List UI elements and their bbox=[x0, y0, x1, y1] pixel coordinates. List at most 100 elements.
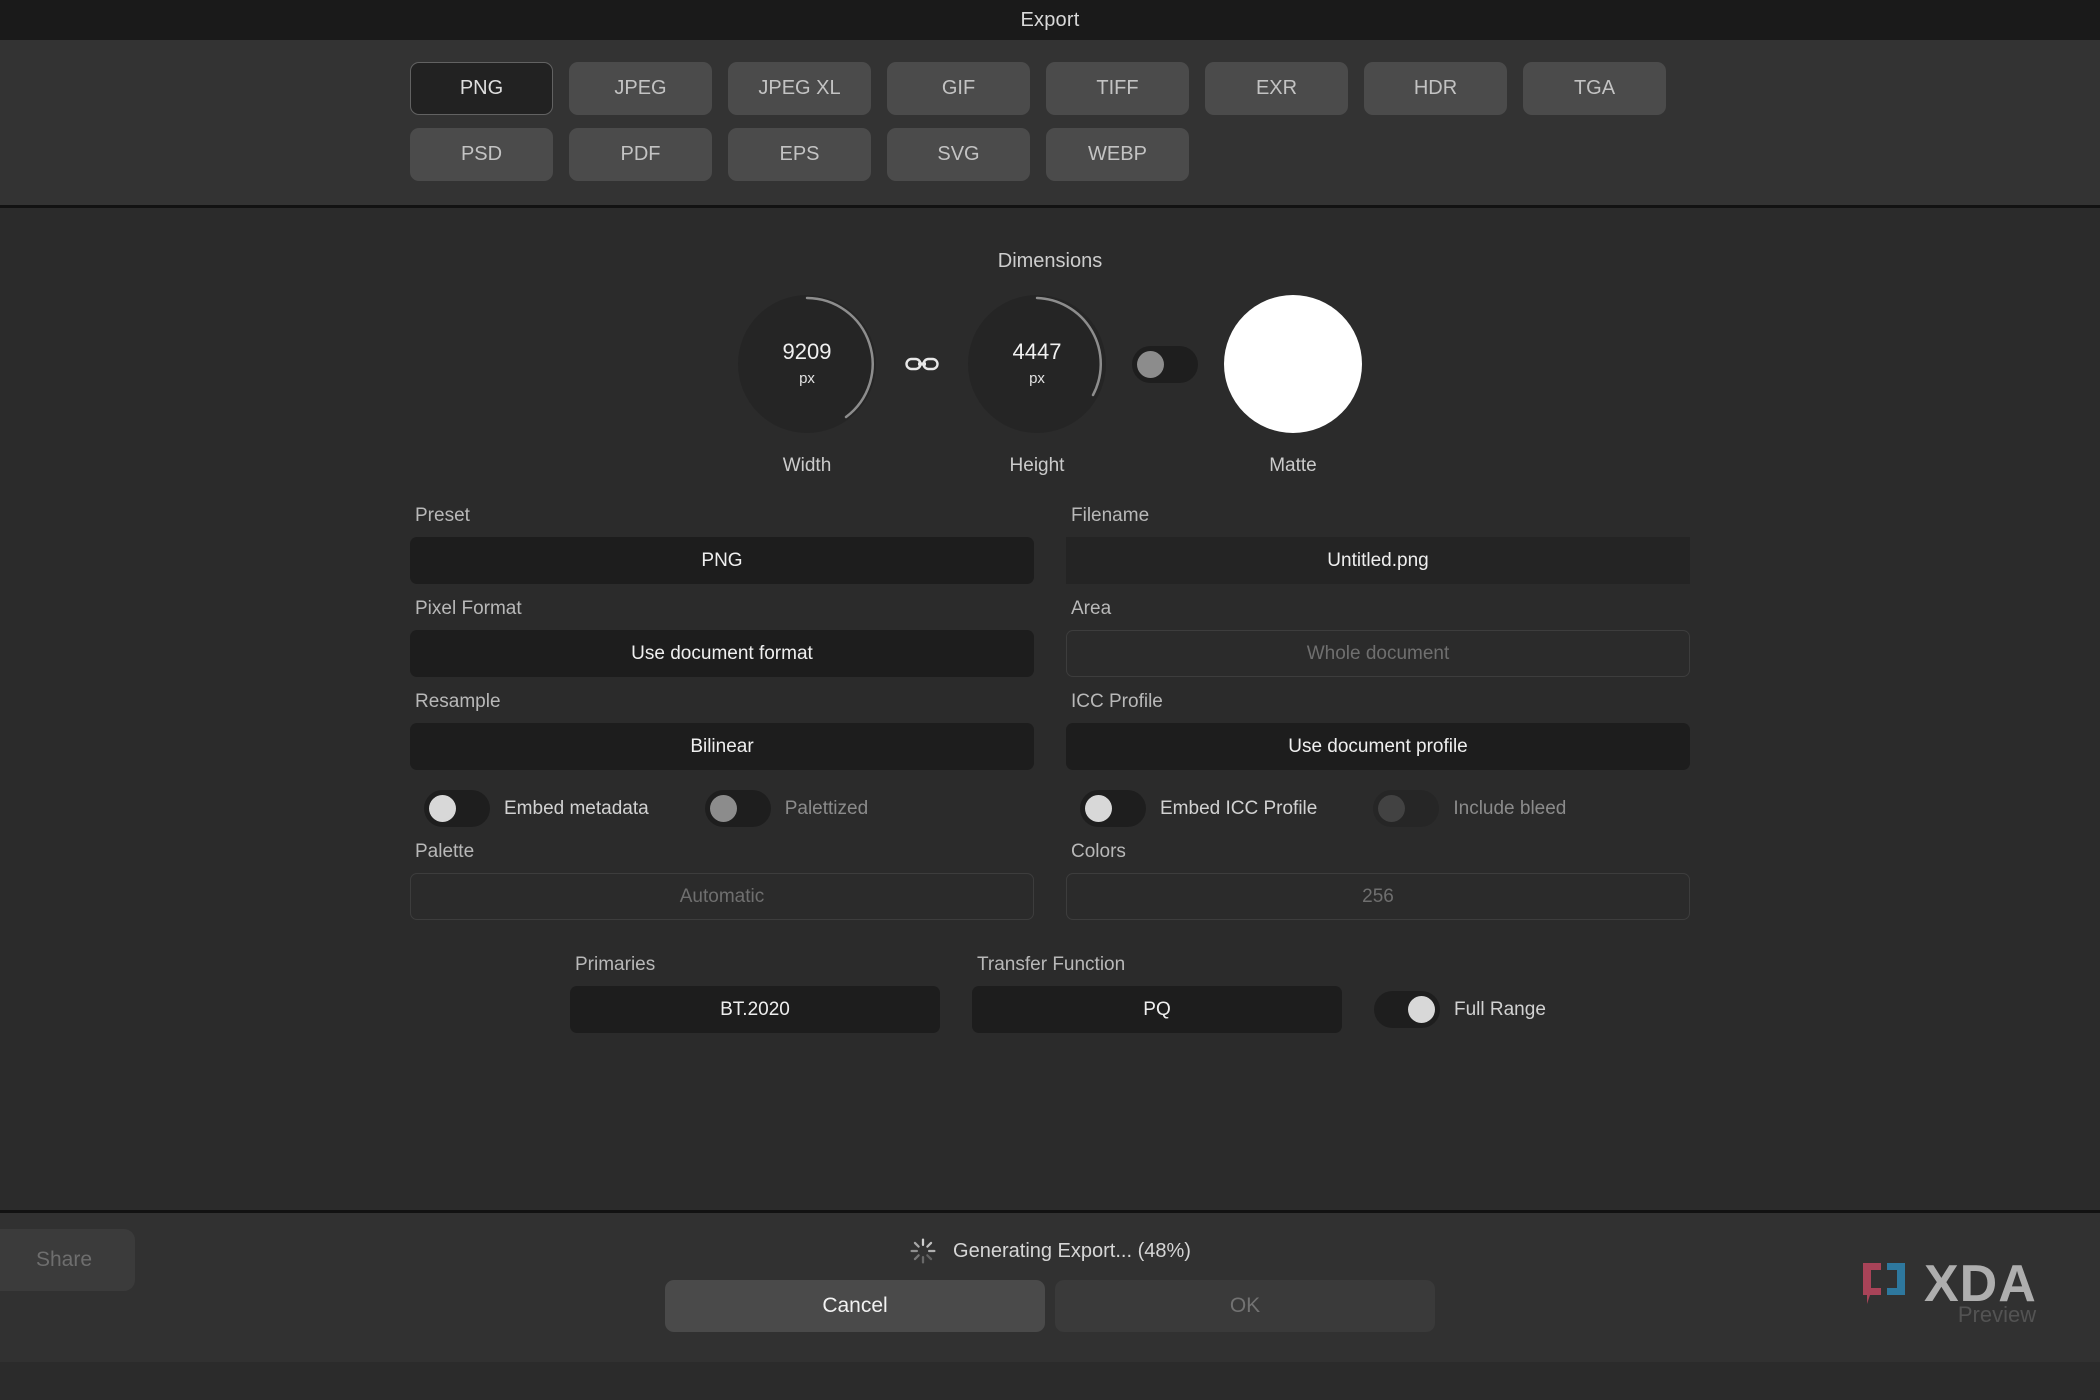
format-button-hdr[interactable]: HDR bbox=[1364, 62, 1507, 115]
field-colors: Colors 256 bbox=[1066, 827, 1690, 920]
full-range-toggle[interactable] bbox=[1374, 991, 1440, 1028]
toggle-knob bbox=[1085, 795, 1112, 822]
embed-icc-profile-toggle[interactable] bbox=[1080, 790, 1146, 827]
primaries-label: Primaries bbox=[575, 954, 656, 975]
matte-label: Matte bbox=[1269, 455, 1317, 476]
format-button-psd[interactable]: PSD bbox=[410, 128, 553, 181]
area-label: Area bbox=[1071, 598, 1112, 619]
dialog-button-row: Cancel OK bbox=[0, 1280, 2100, 1332]
format-button-exr[interactable]: EXR bbox=[1205, 62, 1348, 115]
include-bleed-item: Include bleed bbox=[1373, 790, 1566, 827]
field-filename: Filename Untitled.png bbox=[1066, 491, 1690, 584]
pixel-format-label: Pixel Format bbox=[415, 598, 522, 619]
embed-metadata-toggle[interactable] bbox=[424, 790, 490, 827]
export-form-grid: Preset PNG Filename Untitled.png Pixel F… bbox=[0, 491, 2100, 920]
transfer-function-dropdown[interactable]: PQ bbox=[972, 986, 1342, 1033]
palettized-toggle[interactable] bbox=[704, 790, 771, 827]
field-preset: Preset PNG bbox=[410, 491, 1034, 584]
field-palette: Palette Automatic bbox=[410, 827, 1034, 920]
dimensions-row: 9209 px Width 4447 px Height Matte bbox=[0, 295, 2100, 477]
matte-group: Matte bbox=[1224, 295, 1362, 477]
format-button-jpeg[interactable]: JPEG bbox=[569, 62, 712, 115]
link-chain-glyph bbox=[905, 357, 939, 371]
preset-label: Preset bbox=[415, 505, 470, 526]
primaries-dropdown[interactable]: BT.2020 bbox=[570, 986, 940, 1033]
format-button-eps[interactable]: EPS bbox=[728, 128, 871, 181]
colors-input: 256 bbox=[1066, 873, 1690, 920]
toggle-knob bbox=[1408, 996, 1435, 1023]
left-toggle-row: Embed metadata Palettized bbox=[410, 790, 1034, 827]
xda-preview-watermark: XDA Preview bbox=[1860, 1258, 2082, 1354]
cancel-button[interactable]: Cancel bbox=[665, 1280, 1045, 1332]
lock-aspect-ratio-toggle[interactable] bbox=[1132, 345, 1198, 383]
format-button-jpeg-xl[interactable]: JPEG XL bbox=[728, 62, 871, 115]
pixel-format-dropdown[interactable]: Use document format bbox=[410, 630, 1034, 677]
format-button-tga[interactable]: TGA bbox=[1523, 62, 1666, 115]
width-value: 9209 bbox=[782, 339, 832, 364]
toggle-knob bbox=[1378, 795, 1406, 822]
format-button-webp[interactable]: WEBP bbox=[1046, 128, 1189, 181]
matte-color-swatch[interactable] bbox=[1224, 295, 1362, 433]
format-button-gif[interactable]: GIF bbox=[887, 62, 1030, 115]
full-range-label: Full Range bbox=[1454, 998, 1546, 1020]
window-title-bar: Export bbox=[0, 0, 2100, 40]
transfer-function-label: Transfer Function bbox=[977, 954, 1126, 975]
xda-brackets-icon bbox=[1863, 1263, 1905, 1304]
resample-label: Resample bbox=[415, 691, 501, 712]
height-knob[interactable]: 4447 px bbox=[968, 295, 1106, 433]
include-bleed-label: Include bleed bbox=[1453, 797, 1567, 819]
width-knob-group: 9209 px Width bbox=[738, 295, 876, 477]
field-area: Area Whole document bbox=[1066, 584, 1690, 677]
window-title: Export bbox=[1020, 8, 1080, 31]
format-button-svg[interactable]: SVG bbox=[887, 128, 1030, 181]
filename-input[interactable]: Untitled.png bbox=[1066, 537, 1690, 584]
include-bleed-toggle bbox=[1373, 790, 1440, 827]
dialog-footer: Generating Export... (48%) Cancel OK Sha… bbox=[0, 1213, 2100, 1362]
format-chooser: PNG JPEG JPEG XL GIF TIFF EXR HDR TGA PS… bbox=[0, 40, 2100, 208]
field-primaries: Primaries BT.2020 bbox=[570, 940, 940, 1033]
format-row-2: PSD PDF EPS SVG WEBP bbox=[0, 128, 2100, 181]
format-button-tiff[interactable]: TIFF bbox=[1046, 62, 1189, 115]
field-resample: Resample Bilinear bbox=[410, 677, 1034, 770]
embed-metadata-label: Embed metadata bbox=[504, 797, 649, 819]
height-knob-arc bbox=[1035, 296, 1102, 397]
palette-dropdown: Automatic bbox=[410, 873, 1034, 920]
palettized-label: Palettized bbox=[784, 797, 869, 819]
format-row-1: PNG JPEG JPEG XL GIF TIFF EXR HDR TGA bbox=[0, 62, 2100, 115]
area-dropdown: Whole document bbox=[1066, 630, 1690, 677]
export-settings-panel: Dimensions 9209 px Width 4447 px Height … bbox=[0, 208, 2100, 1213]
icc-profile-label: ICC Profile bbox=[1071, 691, 1163, 712]
resample-dropdown[interactable]: Bilinear bbox=[410, 723, 1034, 770]
color-management-row: Primaries BT.2020 Transfer Function PQ F… bbox=[0, 940, 2100, 1033]
height-knob-group: 4447 px Height bbox=[968, 295, 1106, 477]
embed-icc-profile-label: Embed ICC Profile bbox=[1160, 797, 1318, 819]
link-chain-icon[interactable] bbox=[876, 295, 968, 433]
full-range-item: Full Range bbox=[1374, 991, 1546, 1033]
format-button-pdf[interactable]: PDF bbox=[569, 128, 712, 181]
field-transfer-function: Transfer Function PQ bbox=[972, 940, 1342, 1033]
loading-spinner-icon bbox=[910, 1238, 936, 1264]
format-button-png[interactable]: PNG bbox=[410, 62, 553, 115]
preset-dropdown[interactable]: PNG bbox=[410, 537, 1034, 584]
palette-label: Palette bbox=[415, 841, 475, 862]
share-button: Share bbox=[0, 1229, 135, 1291]
right-toggle-row: Embed ICC Profile Include bleed bbox=[1066, 790, 1690, 827]
width-label: Width bbox=[782, 455, 832, 476]
field-icc-profile: ICC Profile Use document profile bbox=[1066, 677, 1690, 770]
filename-label: Filename bbox=[1071, 505, 1150, 526]
field-pixel-format: Pixel Format Use document format bbox=[410, 584, 1034, 677]
width-knob-arc bbox=[805, 296, 874, 419]
ok-button: OK bbox=[1055, 1280, 1435, 1332]
height-value: 4447 bbox=[1012, 339, 1062, 364]
toggle-knob bbox=[1137, 350, 1164, 378]
height-label: Height bbox=[1009, 455, 1065, 476]
palettized-item: Palettized bbox=[704, 790, 869, 827]
embed-icc-profile-item: Embed ICC Profile bbox=[1080, 790, 1317, 827]
toggle-knob bbox=[709, 795, 737, 822]
icc-profile-dropdown[interactable]: Use document profile bbox=[1066, 723, 1690, 770]
toggle-knob bbox=[429, 795, 456, 822]
colors-label: Colors bbox=[1071, 841, 1126, 862]
lock-aspect-ratio-cell bbox=[1106, 295, 1224, 433]
width-knob[interactable]: 9209 px bbox=[738, 295, 876, 433]
export-status-text: Generating Export... (48%) bbox=[953, 1239, 1191, 1262]
